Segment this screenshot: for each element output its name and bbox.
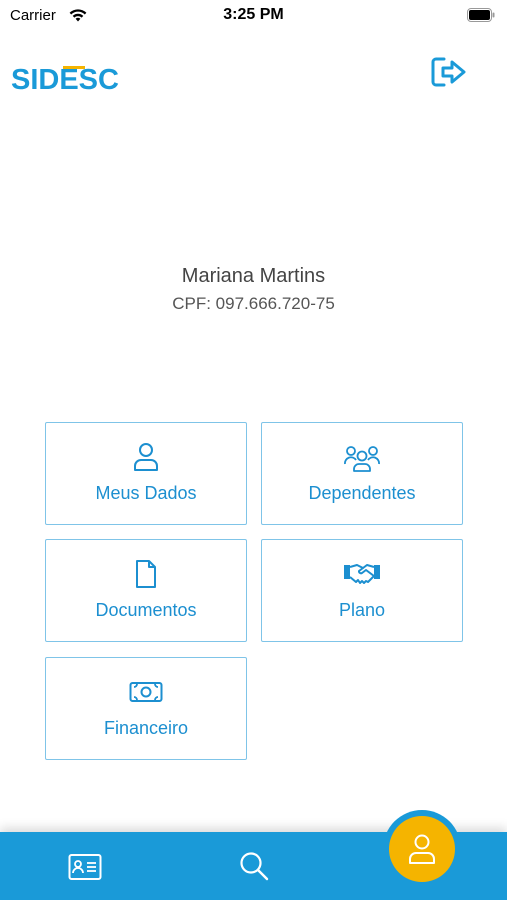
sidesc-logo: SIDESC <box>11 64 119 95</box>
handshake-icon <box>262 558 462 590</box>
clock: 3:25 PM <box>223 6 284 23</box>
status-bar: Carrier 3:25 PM <box>0 0 507 32</box>
tile-label: Documentos <box>95 600 197 620</box>
id-card-icon[interactable] <box>68 853 102 881</box>
meus-dados-button[interactable]: Meus Dados <box>45 422 247 525</box>
battery-icon <box>467 8 495 22</box>
profile-cpf: CPF: 097.666.720-75 <box>172 294 335 313</box>
profile-name: Mariana Martins <box>181 265 326 287</box>
documentos-button[interactable]: Documentos <box>45 539 247 642</box>
dependentes-button[interactable]: Dependentes <box>261 422 463 525</box>
profile-tab-button[interactable] <box>389 816 455 882</box>
profile-icon <box>409 834 435 864</box>
tile-label: Meus Dados <box>95 483 197 503</box>
tile-label: Plano <box>338 600 386 620</box>
plano-button[interactable]: Plano <box>261 539 463 642</box>
search-icon[interactable] <box>238 850 270 882</box>
logo-accent-bar <box>63 66 85 69</box>
document-icon <box>46 558 246 590</box>
financeiro-button[interactable]: Financeiro <box>45 657 247 760</box>
tile-label: Financeiro <box>103 718 189 738</box>
group-icon <box>262 441 462 473</box>
money-icon <box>46 676 246 708</box>
user-icon <box>46 441 246 473</box>
tile-label: Dependentes <box>308 483 416 503</box>
logout-button[interactable] <box>430 54 470 90</box>
